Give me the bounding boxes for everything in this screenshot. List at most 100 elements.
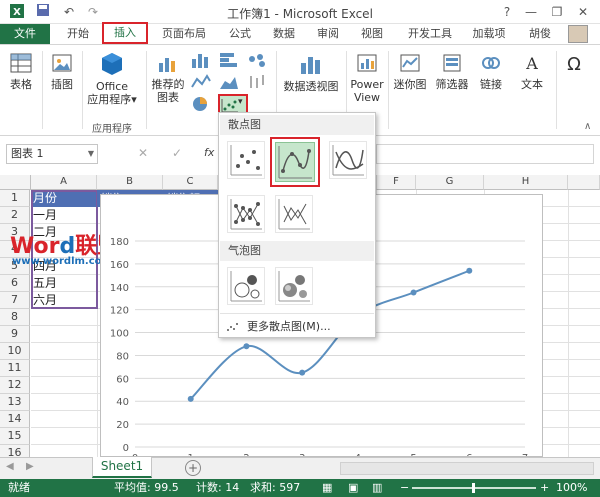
row-header[interactable]: 6	[0, 275, 30, 292]
scroll-left-icon[interactable]: ◀	[6, 461, 14, 472]
zoom-level[interactable]: 100%	[556, 479, 587, 497]
insert-function-button[interactable]: fx	[204, 146, 214, 159]
data-point	[187, 395, 194, 402]
zoom-in-button[interactable]: +	[540, 479, 549, 497]
zoom-slider-thumb[interactable]	[472, 483, 475, 493]
power-view-button[interactable]: Power View	[348, 51, 386, 104]
zoom-out-button[interactable]: −	[400, 479, 409, 497]
tab-view[interactable]: 视图	[354, 24, 390, 44]
sparkline-icon	[400, 54, 420, 72]
x-tick-label: 4	[355, 453, 361, 456]
link-button[interactable]: 链接	[474, 51, 508, 91]
column-header-g[interactable]: G	[416, 175, 484, 190]
illustrations-label: 插图	[51, 78, 73, 91]
row-header[interactable]: 10	[0, 343, 30, 360]
filter-button[interactable]: 筛选器	[432, 51, 472, 91]
scatter-smooth-lines-option[interactable]	[329, 141, 367, 179]
bar-chart-icon[interactable]	[218, 51, 240, 69]
select-all-corner[interactable]	[0, 175, 31, 190]
scatter-markers-only-option[interactable]	[227, 141, 265, 179]
avatar[interactable]	[568, 25, 588, 43]
recommended-label-2: 图表	[157, 91, 179, 104]
bubble-option[interactable]	[227, 267, 265, 305]
tab-file[interactable]: 文件	[0, 24, 50, 44]
column-header-f[interactable]: F	[376, 175, 416, 190]
slicer-icon	[443, 54, 461, 72]
more-scatter-charts-link[interactable]: 更多散点图(M)...	[225, 319, 371, 337]
tab-review[interactable]: 审阅	[310, 24, 346, 44]
minimize-button[interactable]: —	[520, 2, 542, 22]
close-button[interactable]: ✕	[572, 2, 594, 22]
row-header[interactable]: 7	[0, 292, 30, 309]
status-sum: 求和: 597	[250, 481, 301, 494]
restore-button[interactable]: ❐	[546, 2, 568, 22]
pivot-chart-button[interactable]: 数据透视图	[278, 51, 344, 93]
tab-developer[interactable]: 开发工具	[402, 24, 458, 44]
illustrations-button[interactable]: 插图	[46, 51, 78, 91]
scatter-straight-lines-option[interactable]	[275, 195, 313, 233]
collapse-ribbon-icon[interactable]: ∧	[584, 121, 596, 132]
column-header-a[interactable]: A	[31, 175, 97, 190]
tab-home[interactable]: 开始	[58, 24, 98, 44]
3d-bubble-option[interactable]	[275, 267, 313, 305]
page-layout-view-icon[interactable]: ▣	[348, 479, 358, 497]
office-apps-button[interactable]: Office 应用程序▾	[84, 51, 140, 106]
scatter-smooth-lines-markers-option[interactable]	[270, 137, 320, 187]
scroll-right-icon[interactable]: ▶	[26, 461, 34, 472]
row-header[interactable]: 2	[0, 207, 30, 224]
tab-data[interactable]: 数据	[266, 24, 302, 44]
help-button[interactable]: ?	[496, 2, 518, 22]
group-label-apps: 应用程序	[92, 124, 132, 135]
data-point	[466, 267, 473, 274]
sheet-tab-sheet1[interactable]: Sheet1	[92, 457, 152, 478]
stock-chart-icon[interactable]	[246, 73, 268, 91]
page-break-view-icon[interactable]: ▥	[372, 479, 382, 497]
filter-label: 筛选器	[435, 78, 469, 91]
name-box[interactable]: 图表 1 ▼	[6, 144, 98, 164]
column-header-b[interactable]: B	[97, 175, 163, 190]
table-icon	[10, 53, 32, 73]
row-header[interactable]: 14	[0, 411, 30, 428]
column-header-extra[interactable]	[568, 175, 600, 190]
tab-insert[interactable]: 插入	[102, 22, 148, 44]
tab-addins[interactable]: 加载项	[466, 24, 512, 44]
svg-text:A: A	[525, 54, 538, 73]
cancel-icon[interactable]: ✕	[138, 146, 148, 160]
enter-icon[interactable]: ✓	[172, 146, 182, 160]
normal-view-icon[interactable]: ▦	[322, 479, 332, 497]
row-header[interactable]: 1	[0, 190, 30, 207]
recommended-charts-button[interactable]: 推荐的 图表	[148, 51, 188, 104]
column-chart-icon[interactable]	[190, 51, 212, 69]
row-header[interactable]: 11	[0, 360, 30, 377]
line-chart-icon[interactable]	[190, 73, 212, 91]
user-name[interactable]: 胡俊	[522, 24, 558, 44]
y-tick-label: 80	[116, 351, 129, 362]
column-header-c[interactable]: C	[163, 175, 218, 190]
row-header[interactable]: 8	[0, 309, 30, 326]
row-header[interactable]: 9	[0, 326, 30, 343]
y-tick-label: 40	[116, 397, 129, 408]
row-header[interactable]: 13	[0, 394, 30, 411]
pie-chart-icon[interactable]	[190, 95, 212, 113]
tab-page-layout[interactable]: 页面布局	[156, 24, 212, 44]
add-sheet-button[interactable]: +	[185, 460, 201, 476]
row-header[interactable]: 15	[0, 428, 30, 445]
tab-formulas[interactable]: 公式	[222, 24, 258, 44]
text-button[interactable]: A 文本	[514, 51, 550, 91]
table-button[interactable]: 表格	[4, 51, 38, 91]
status-average: 平均值: 99.5	[114, 481, 179, 494]
symbols-icon[interactable]: Ω	[562, 51, 592, 81]
chevron-down-icon: ▾	[238, 97, 243, 107]
area-chart-icon[interactable]	[218, 73, 240, 91]
divider	[82, 51, 83, 129]
scatter-straight-lines-markers-option[interactable]	[227, 195, 265, 233]
horizontal-scrollbar[interactable]	[340, 462, 594, 475]
scatter-chart-button[interactable]: ▾	[218, 94, 248, 114]
column-header-h[interactable]: H	[484, 175, 568, 190]
hierarchy-chart-icon[interactable]	[246, 51, 268, 69]
row-header[interactable]: 12	[0, 377, 30, 394]
formula-input[interactable]	[376, 144, 594, 164]
y-tick-label: 20	[116, 420, 129, 431]
sparklines-button[interactable]: 迷你图	[390, 51, 430, 91]
divider	[220, 313, 374, 314]
